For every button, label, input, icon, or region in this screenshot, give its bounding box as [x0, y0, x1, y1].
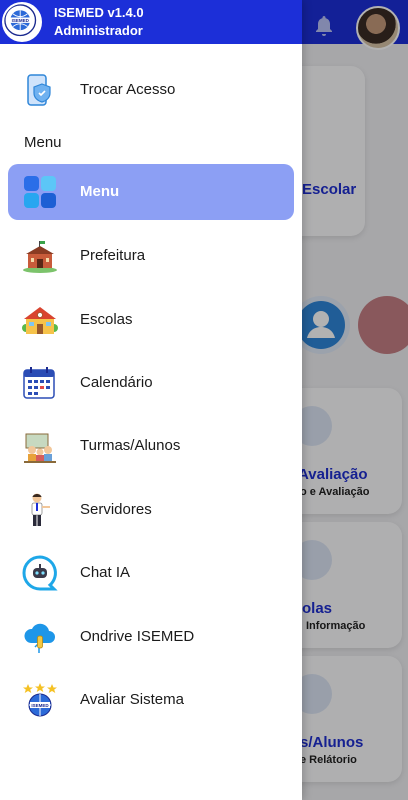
drawer-item-chat-ia[interactable]: Chat IA: [8, 545, 294, 601]
menu-section-title: Menu: [24, 134, 62, 151]
drawer-item-ondrive[interactable]: Ondrive ISEMED: [8, 609, 294, 665]
rating-icon: ISEMED: [23, 683, 57, 717]
user-role: Administrador: [54, 23, 143, 38]
chat-bot-icon: [22, 555, 58, 591]
drawer-item-servidores[interactable]: Servidores: [8, 482, 294, 538]
drawer-item-avaliar-sistema[interactable]: ISEMED Avaliar Sistema: [8, 672, 294, 728]
isemed-logo: ISEMED: [2, 2, 42, 42]
drawer-item-prefeitura[interactable]: Prefeitura: [8, 228, 294, 284]
drawer-item-calendario[interactable]: Calendário: [8, 355, 294, 411]
drawer-item-label: Ondrive ISEMED: [80, 628, 195, 645]
drawer-item-label: Servidores: [80, 501, 152, 518]
switch-access-item[interactable]: Trocar Acesso: [8, 62, 294, 118]
calendar-icon: [23, 367, 55, 399]
phone-shield-icon: [27, 74, 51, 106]
drawer-item-label: Avaliar Sistema: [80, 691, 184, 708]
svg-text:ISEMED: ISEMED: [12, 18, 30, 23]
svg-text:ISEMED: ISEMED: [31, 703, 49, 708]
drawer-item-label: Escolas: [80, 311, 133, 328]
drawer-item-label: Menu: [80, 183, 120, 200]
drawer-item-menu[interactable]: Menu: [8, 164, 294, 220]
school-icon: [22, 307, 58, 334]
drawer-item-label: Chat IA: [80, 564, 131, 581]
staff-icon: [31, 493, 50, 526]
drawer-item-label: Turmas/Alunos: [80, 437, 181, 454]
drawer-item-turmas-alunos[interactable]: Turmas/Alunos: [8, 418, 294, 474]
grid-icon: [24, 176, 56, 208]
drawer-item-label: Calendário: [80, 374, 153, 391]
cloud-icon: [24, 623, 55, 653]
city-hall-icon: [23, 241, 57, 273]
drawer-item-label: Prefeitura: [80, 247, 146, 264]
app-title: ISEMED v1.4.0: [54, 5, 144, 20]
classroom-icon: [24, 433, 56, 463]
drawer-header: ISEMED ISEMED v1.4.0 Administrador: [0, 0, 302, 44]
switch-access-label: Trocar Acesso: [80, 81, 176, 98]
navigation-drawer: ISEMED ISEMED v1.4.0 Administrador Troca…: [0, 0, 302, 800]
drawer-item-escolas[interactable]: Escolas: [8, 292, 294, 348]
